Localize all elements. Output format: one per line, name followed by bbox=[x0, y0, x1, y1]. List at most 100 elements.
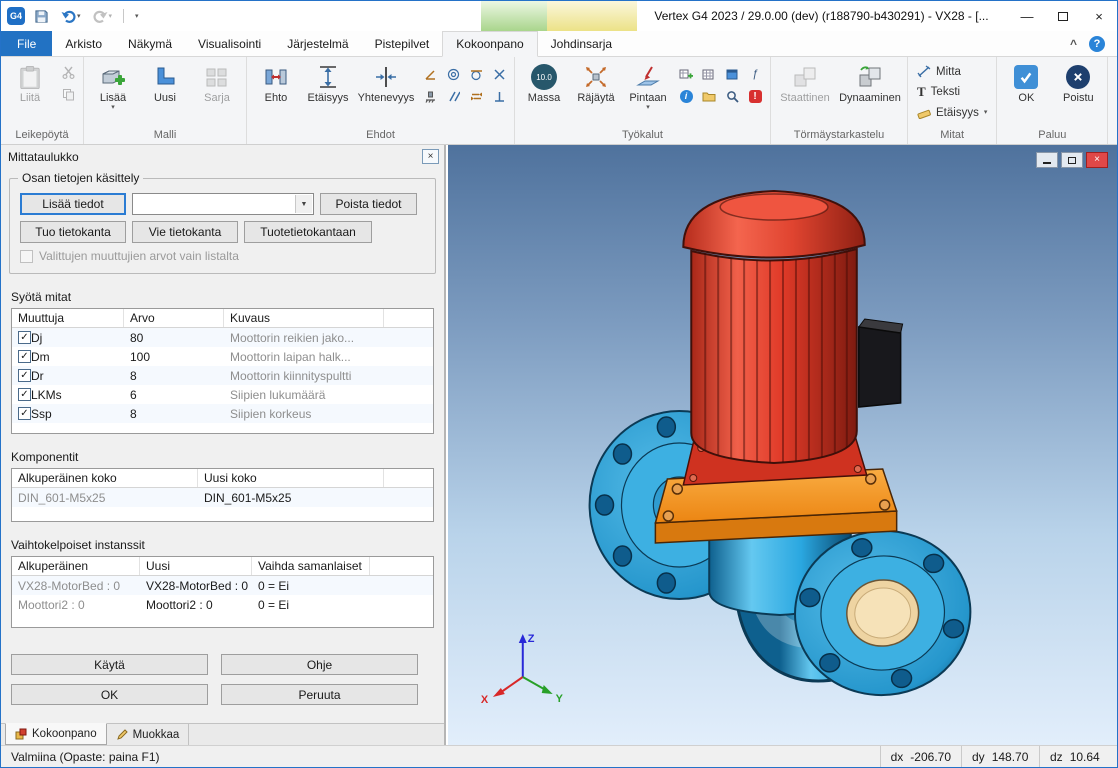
ok-dialog-button[interactable]: OK bbox=[11, 684, 208, 705]
export-database-button[interactable]: Vie tietokanta bbox=[132, 221, 238, 243]
table-row[interactable]: DIN_601-M5x25 DIN_601-M5x25 bbox=[12, 488, 433, 507]
add-component-dropdown-icon: ▾ bbox=[111, 105, 115, 111]
coincident-point-constraint-icon-button[interactable] bbox=[488, 64, 510, 84]
table-row[interactable]: Dr 8 Moottorin kiinnityspultti bbox=[12, 366, 433, 385]
pump-3d-model[interactable]: Z X Y bbox=[448, 145, 1117, 745]
to-surface-icon bbox=[635, 63, 661, 91]
cancel-button[interactable]: Peruuta bbox=[221, 684, 418, 705]
dynamic-collision-button[interactable]: Dynaaminen bbox=[837, 60, 903, 105]
quick-access-customize-button[interactable]: ▾ bbox=[132, 10, 142, 22]
table-icon-button[interactable] bbox=[698, 64, 720, 84]
redo-button[interactable]: ▾ bbox=[90, 8, 116, 25]
apply-button[interactable]: Käytä bbox=[11, 654, 208, 675]
ribbon-group-model: Lisää ▾ Uusi Sarja Malli bbox=[84, 57, 247, 144]
tab-jarjestelma[interactable]: Järjestelmä bbox=[274, 31, 361, 56]
ok-button[interactable]: OK bbox=[1001, 60, 1051, 105]
bottom-tab-muokkaa[interactable]: Muokkaa bbox=[107, 724, 190, 745]
tab-nakyma[interactable]: Näkymä bbox=[115, 31, 185, 56]
cut-button[interactable] bbox=[57, 62, 79, 82]
static-collision-icon bbox=[792, 63, 818, 91]
tab-pistepilvet[interactable]: Pistepilvet bbox=[362, 31, 443, 56]
tab-visualisointi[interactable]: Visualisointi bbox=[185, 31, 274, 56]
maximize-button[interactable] bbox=[1045, 1, 1081, 31]
data-select-combobox[interactable]: ▼ bbox=[132, 193, 314, 215]
column-header[interactable]: Alkuperäinen bbox=[12, 557, 140, 575]
collapse-ribbon-button[interactable]: ^ bbox=[1070, 37, 1077, 51]
row-checkbox[interactable] bbox=[18, 407, 31, 420]
tab-kokoonpano[interactable]: Kokoonpano bbox=[442, 31, 537, 57]
close-button[interactable]: × bbox=[1081, 1, 1117, 31]
distance-measure-button[interactable]: Etäisyys ▾ bbox=[912, 104, 992, 121]
dimension-button[interactable]: Mitta bbox=[912, 63, 992, 80]
opposite-constraint-icon-button[interactable] bbox=[465, 86, 487, 106]
parallel-constraint-icon-button[interactable] bbox=[442, 86, 464, 106]
motor-body[interactable] bbox=[691, 240, 857, 467]
row-checkbox[interactable] bbox=[18, 331, 31, 344]
tab-arkisto[interactable]: Arkisto bbox=[52, 31, 115, 56]
to-surface-button[interactable]: Pintaan ▾ bbox=[623, 60, 673, 112]
perpendicular-constraint-icon-button[interactable] bbox=[488, 86, 510, 106]
panel-icon-button[interactable] bbox=[721, 64, 743, 84]
table-row[interactable]: Dj 80 Moottorin reikien jako... bbox=[12, 328, 433, 347]
import-database-button[interactable]: Tuo tietokanta bbox=[20, 221, 126, 243]
exit-button[interactable]: Poistu bbox=[1053, 60, 1103, 105]
column-header[interactable]: Uusi koko bbox=[198, 469, 384, 487]
add-view-icon-button[interactable] bbox=[675, 64, 697, 84]
table-row[interactable]: LKMs 6 Siipien lukumäärä bbox=[12, 385, 433, 404]
combobox-dropdown-icon[interactable]: ▼ bbox=[295, 195, 312, 213]
help-button[interactable]: ? bbox=[1089, 36, 1105, 52]
column-header[interactable]: Kuvaus bbox=[224, 309, 384, 327]
tab-file[interactable]: File bbox=[1, 31, 52, 56]
undo-button[interactable]: ▾ bbox=[58, 8, 84, 25]
static-collision-button[interactable]: Staattinen bbox=[775, 60, 835, 105]
zoom-icon-button[interactable] bbox=[721, 86, 743, 106]
bottom-tab-kokoonpano[interactable]: Kokoonpano bbox=[5, 723, 107, 745]
constraint-button[interactable]: Ehto bbox=[251, 60, 301, 105]
tangent-constraint-icon-button[interactable] bbox=[465, 64, 487, 84]
fix-constraint-icon-button[interactable] bbox=[419, 86, 441, 106]
copy-button[interactable] bbox=[57, 84, 79, 104]
new-part-button[interactable]: Uusi bbox=[140, 60, 190, 105]
remove-data-button[interactable]: Poista tiedot bbox=[320, 193, 417, 215]
table-row[interactable]: Ssp 8 Siipien korkeus bbox=[12, 404, 433, 423]
motor-terminal-box[interactable] bbox=[859, 319, 903, 407]
table-row[interactable]: VX28-MotorBed : 0 VX28-MotorBed : 0 0 = … bbox=[12, 576, 433, 595]
column-header[interactable]: Vaihda samanlaiset bbox=[252, 557, 370, 575]
formula-icon-button[interactable]: ƒ bbox=[744, 64, 766, 84]
minimize-button[interactable]: — bbox=[1009, 1, 1045, 31]
distance-constraint-button[interactable]: Etäisyys bbox=[303, 60, 353, 105]
column-header[interactable]: Muuttuja bbox=[12, 309, 124, 327]
row-checkbox[interactable] bbox=[18, 388, 31, 401]
product-database-button[interactable]: Tuotetietokantaan bbox=[244, 221, 372, 243]
text-button[interactable]: T Teksti bbox=[912, 82, 992, 102]
document-close-button[interactable]: × bbox=[1086, 152, 1108, 168]
explode-button[interactable]: Räjäytä bbox=[571, 60, 621, 105]
help-dialog-button[interactable]: Ohje bbox=[221, 654, 418, 675]
list-values-checkbox[interactable] bbox=[20, 250, 33, 263]
concentric-constraint-icon-button[interactable] bbox=[442, 64, 464, 84]
panel-close-button[interactable]: × bbox=[422, 149, 439, 164]
paste-button[interactable]: Liitä bbox=[5, 60, 55, 105]
table-row[interactable]: Moottori2 : 0 Moottori2 : 0 0 = Ei bbox=[12, 595, 433, 614]
column-header[interactable]: Uusi bbox=[140, 557, 252, 575]
document-minimize-button[interactable] bbox=[1036, 152, 1058, 168]
save-button[interactable] bbox=[31, 7, 52, 26]
angle-constraint-icon-button[interactable] bbox=[419, 64, 441, 84]
warning-icon-button[interactable]: ! bbox=[744, 86, 766, 106]
column-header[interactable]: Arvo bbox=[124, 309, 224, 327]
tab-johdinsarja[interactable]: Johdinsarja bbox=[538, 31, 625, 56]
table-row[interactable]: Dm 100 Moottorin laipan halk... bbox=[12, 347, 433, 366]
info-icon-button[interactable]: i bbox=[675, 86, 697, 106]
document-restore-button[interactable] bbox=[1061, 152, 1083, 168]
coincidence-button[interactable]: Yhtenevyys bbox=[355, 60, 417, 105]
add-component-button[interactable]: Lisää ▾ bbox=[88, 60, 138, 112]
add-data-button[interactable]: Lisää tiedot bbox=[20, 193, 126, 215]
series-button[interactable]: Sarja bbox=[192, 60, 242, 105]
column-header[interactable]: Alkuperäinen koko bbox=[12, 469, 198, 487]
mass-button[interactable]: 10.0 Massa bbox=[519, 60, 569, 105]
folder-icon-button[interactable] bbox=[698, 86, 720, 106]
motor-top-cap[interactable] bbox=[683, 191, 864, 258]
model-viewport[interactable]: × bbox=[448, 145, 1117, 745]
row-checkbox[interactable] bbox=[18, 369, 31, 382]
row-checkbox[interactable] bbox=[18, 350, 31, 363]
